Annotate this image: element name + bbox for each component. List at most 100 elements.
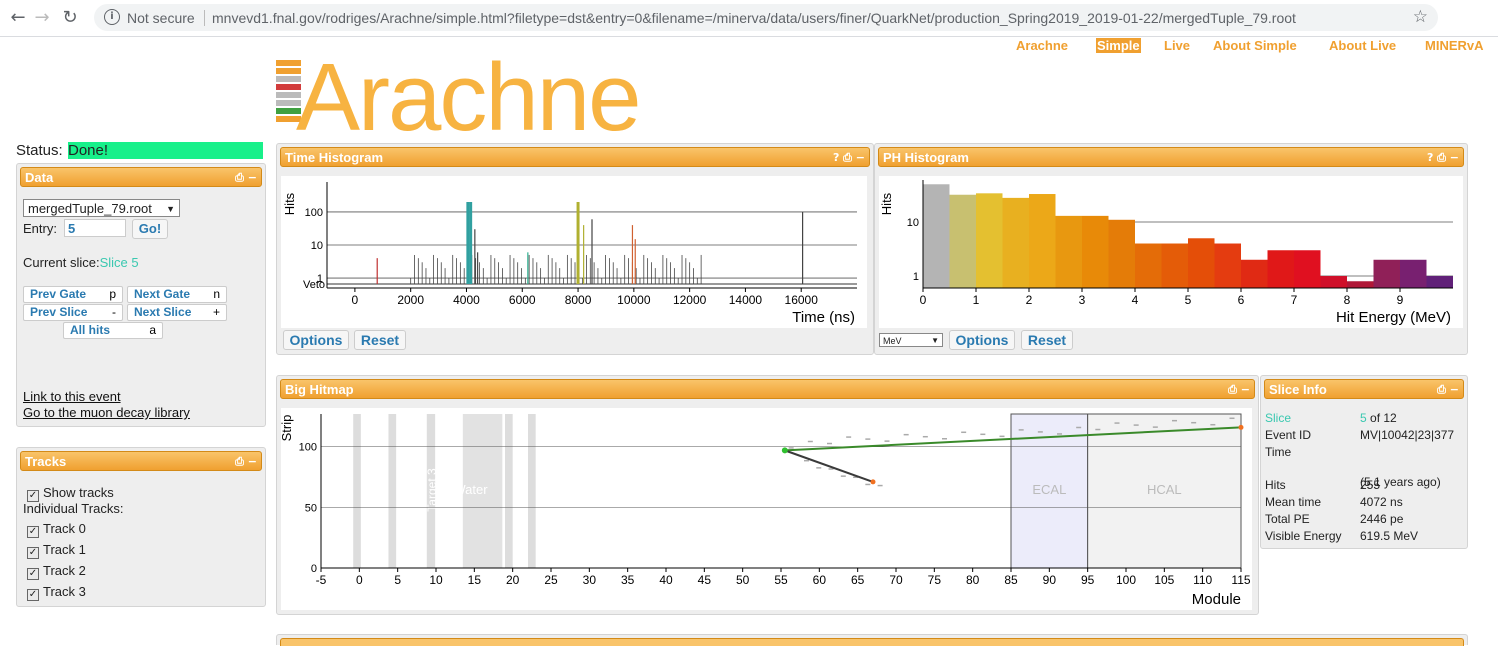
prev-gate-label: Prev Gate <box>30 287 87 301</box>
bookmark-star-icon[interactable]: ☆ <box>1413 7 1428 27</box>
nav-simple[interactable]: Simple <box>1096 38 1141 53</box>
x-tick-label: 25 <box>544 573 558 587</box>
panel-controls-icon[interactable]: ⎙ − <box>235 168 257 188</box>
status-label: Status: <box>16 142 63 159</box>
x-tick-label: 115 <box>1231 573 1250 587</box>
ph-bar <box>1135 243 1162 288</box>
time-reset-button[interactable]: Reset <box>354 330 406 350</box>
panel-controls-icon[interactable]: ? ⎙ − <box>833 148 865 168</box>
track-3-checkbox[interactable]: ✓ Track 3 <box>27 584 86 601</box>
ph-bar <box>1373 259 1400 288</box>
x-tick-label: 75 <box>928 573 942 587</box>
nav-live[interactable]: Live <box>1164 38 1190 53</box>
target3-label: Target 3 <box>425 468 439 512</box>
entry-input[interactable]: 5 <box>64 219 126 237</box>
slice-info-value-1: MV|10042|23|377 <box>1360 428 1455 442</box>
x-tick-label: 50 <box>736 573 750 587</box>
next-gate-button[interactable]: Next Gate n <box>127 286 227 303</box>
track-2-checkbox[interactable]: ✓ Track 2 <box>27 563 86 580</box>
checkbox-checked-icon[interactable]: ✓ <box>27 547 39 559</box>
x-tick-label: 7 <box>1291 293 1298 307</box>
all-hits-key: a <box>149 323 156 337</box>
time-options-button[interactable]: Options <box>283 330 349 350</box>
show-tracks-checkbox[interactable]: ✓ Show tracks <box>27 485 114 502</box>
x-tick-label: 6000 <box>509 293 536 307</box>
nav-about-live[interactable]: About Live <box>1329 38 1396 53</box>
track-0-checkbox[interactable]: ✓ Track 0 <box>27 521 86 538</box>
x-tick-label: 8000 <box>565 293 592 307</box>
slice-info-label-7: Visible Energy <box>1265 529 1342 543</box>
panel-controls-icon[interactable]: ⎙ − <box>1228 380 1250 400</box>
x-tick-label: 10000 <box>617 293 651 307</box>
x-tick-label: 14000 <box>729 293 763 307</box>
slice-info-header: Slice Info ⎙ − <box>1264 379 1464 399</box>
ph-options-button[interactable]: Options <box>949 330 1015 350</box>
individual-tracks-label: Individual Tracks: <box>23 501 124 516</box>
target-region <box>388 414 397 568</box>
checkbox-checked-icon[interactable]: ✓ <box>27 526 39 538</box>
x-tick-label: 20 <box>506 573 520 587</box>
data-panel-title: Data <box>25 170 54 185</box>
prev-gate-button[interactable]: Prev Gate p <box>23 286 123 303</box>
tracks-panel-title: Tracks <box>25 454 67 469</box>
x-tick-label: -5 <box>316 573 327 587</box>
ph-histogram-chart[interactable]: 1100 1 2 3 4 5 6 7 8 9Hit Energy (MeV)Hits <box>879 176 1463 328</box>
ph-histogram-header: PH Histogram ? ⎙ − <box>878 147 1464 167</box>
unit-select-value: MeV <box>883 336 902 346</box>
x-tick-label: 45 <box>698 573 712 587</box>
x-tick-label: 8 <box>1344 293 1351 307</box>
slice-info-value-6: 2446 pe <box>1360 512 1404 526</box>
track-1-checkbox[interactable]: ✓ Track 1 <box>27 542 86 559</box>
all-hits-label: All hits <box>70 323 111 337</box>
time-histogram-title: Time Histogram <box>285 150 384 165</box>
link-to-event[interactable]: Link to this event <box>23 389 121 404</box>
x-tick-label: 16000 <box>785 293 819 307</box>
x-tick-label: 1 <box>973 293 980 307</box>
x-tick-label: 0 <box>356 573 363 587</box>
checkbox-checked-icon[interactable]: ✓ <box>27 589 39 601</box>
time-histogram-chart[interactable]: 110100Veto0 2000 4000 6000 8000 10000 12000 140… <box>281 176 867 328</box>
x-tick-label: 10 <box>429 573 443 587</box>
track-2-label: Track 2 <box>43 563 86 578</box>
next-slice-key: + <box>212 305 220 319</box>
time-histogram-plot-area: 1 10 100 Veto 0 2000 4000 6000 8000 10000 12000 140… <box>281 176 867 328</box>
y-tick-label: 1 <box>913 271 919 283</box>
hcal-label: HCAL <box>1147 482 1182 497</box>
unit-select[interactable]: MeV ▼ <box>879 333 943 347</box>
next-slice-button[interactable]: Next Slice + <box>127 304 227 321</box>
info-icon[interactable]: i <box>104 9 120 25</box>
panel-controls-icon[interactable]: ? ⎙ − <box>1427 148 1459 168</box>
ph-bar <box>1108 219 1135 288</box>
link-muon-decay-library[interactable]: Go to the muon decay library <box>23 405 190 420</box>
url-text[interactable]: mnvevd1.fnal.gov/rodriges/Arachne/simple… <box>212 10 1296 26</box>
next-panel-header <box>280 638 1464 646</box>
checkbox-checked-icon[interactable]: ✓ <box>27 568 39 580</box>
logo-text: Arachne <box>296 44 642 151</box>
prev-slice-button[interactable]: Prev Slice - <box>23 304 123 321</box>
track-end-marker <box>870 479 876 485</box>
x-tick-label: 35 <box>621 573 635 587</box>
forward-icon[interactable]: → <box>30 6 54 30</box>
reload-icon[interactable]: ↻ <box>58 6 82 30</box>
big-hitmap-chart[interactable]: WaterTarget 3 ECAL HCAL050100-5 0 5 10 15 20 25 3… <box>279 408 1252 610</box>
nav-about-simple[interactable]: About Simple <box>1213 38 1297 53</box>
x-axis-label: Hit Energy (MeV) <box>1336 309 1451 326</box>
slice-info-label-2: Time <box>1265 445 1292 459</box>
all-hits-button[interactable]: All hits a <box>63 322 163 339</box>
go-button[interactable]: Go! <box>132 219 168 239</box>
x-axis-label: Time (ns) <box>792 309 855 326</box>
track-end-marker <box>1238 424 1244 430</box>
current-slice-value: Slice 5 <box>99 255 139 270</box>
back-icon[interactable]: ← <box>6 6 30 30</box>
nav-arachne[interactable]: Arachne <box>1016 38 1068 53</box>
slice-info-rows: Slice 5 of 12 Event ID MV|10042|23|377 Time(… <box>1261 409 1467 545</box>
x-tick-label: 6 <box>1238 293 1245 307</box>
nav-minerva[interactable]: MINERvA <box>1425 38 1484 53</box>
address-bar[interactable]: i Not secure mnvevd1.fnal.gov/rodriges/A… <box>94 4 1438 31</box>
x-tick-label: 9 <box>1397 293 1404 307</box>
panel-controls-icon[interactable]: ⎙ − <box>235 452 257 472</box>
panel-controls-icon[interactable]: ⎙ − <box>1437 380 1459 400</box>
browser-toolbar: ← → ↻ i Not secure mnvevd1.fnal.gov/rodr… <box>0 0 1498 37</box>
ph-reset-button[interactable]: Reset <box>1021 330 1073 350</box>
file-select[interactable]: mergedTuple_79.root ▼ <box>23 199 180 217</box>
